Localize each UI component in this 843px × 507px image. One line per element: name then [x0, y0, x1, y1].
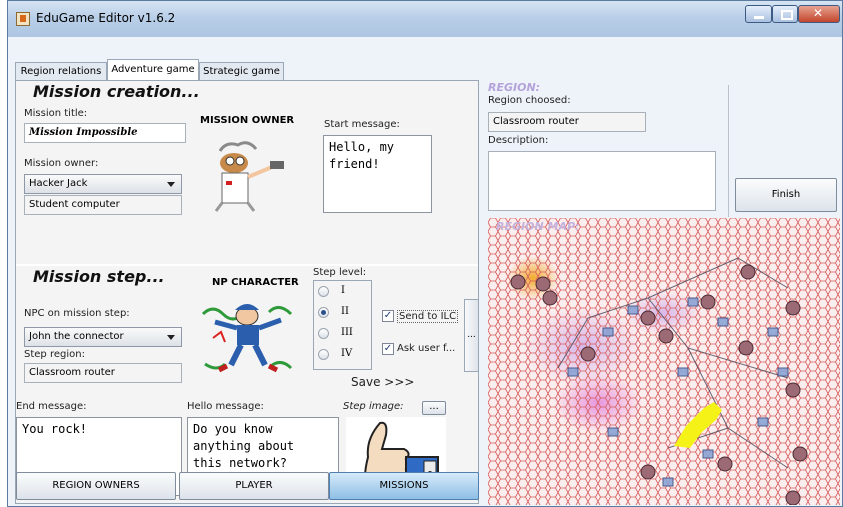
npc-character-image [201, 304, 293, 373]
adventure-game-panel: Mission creation... Mission title: Missi… [15, 80, 479, 504]
npc-dropdown[interactable]: John the connector [24, 327, 182, 347]
minimize-button[interactable] [745, 5, 772, 23]
step-image-label: Step image: [343, 401, 404, 412]
level-label-1: I [341, 285, 345, 296]
mission-title-label: Mission title: [24, 108, 88, 119]
tab-adventure-game[interactable]: Adventure game [107, 59, 199, 81]
mission-step-heading: Mission step... [33, 267, 165, 286]
maximize-button[interactable] [772, 5, 798, 23]
level-radio-1[interactable] [318, 286, 329, 297]
level-radio-4[interactable] [318, 349, 329, 360]
level-radio-2[interactable] [318, 307, 329, 318]
send-to-ilc-checkbox[interactable]: ✓ [382, 310, 394, 322]
end-message-label: End message: [16, 401, 87, 412]
player-button[interactable]: PLAYER [179, 472, 329, 500]
title-bar[interactable]: EduGame Editor v1.6.2 [8, 1, 842, 37]
hello-message-label: Hello message: [187, 401, 264, 412]
close-button[interactable] [798, 5, 840, 23]
level-label-4: IV [341, 348, 353, 359]
description-label: Description: [488, 135, 549, 146]
ask-user-label[interactable]: Ask user f... [397, 343, 455, 354]
start-message-label: Start message: [324, 119, 400, 130]
editor-window: EduGame Editor v1.6.2 Region relations A… [7, 0, 843, 507]
np-character-heading: NP CHARACTER [212, 277, 299, 288]
step-region-label: Step region: [24, 349, 85, 360]
finish-button[interactable]: Finish [735, 178, 837, 212]
mission-owner-heading: MISSION OWNER [200, 115, 295, 126]
tab-region-relations[interactable]: Region relations [15, 62, 107, 80]
chevron-down-icon [167, 335, 175, 340]
level-radio-3[interactable] [318, 328, 329, 339]
level-label-3: III [341, 327, 353, 338]
send-to-ilc-label[interactable]: Send to ILC [397, 310, 459, 323]
start-message-textarea[interactable]: Hello, my friend! [323, 135, 432, 213]
step-level-group: I II III IV [313, 280, 372, 370]
mission-title-input[interactable]: Mission Impossible [24, 123, 186, 143]
panel-divider [728, 85, 729, 217]
region-map[interactable]: REGION MAP: [488, 218, 840, 505]
mission-owner-image [214, 141, 284, 212]
region-chosen-value: Classroom router [488, 112, 646, 132]
save-link[interactable]: Save >>> [351, 375, 414, 389]
mission-owner-dropdown[interactable]: Hacker Jack [24, 174, 182, 194]
step-region-value: Classroom router [24, 363, 182, 383]
missions-button[interactable]: MISSIONS [329, 472, 479, 500]
app-icon [16, 12, 30, 26]
mission-owner-value: Hacker Jack [29, 178, 88, 189]
region-info-panel: REGION: Region choosed: Classroom router… [485, 81, 840, 217]
region-owners-button[interactable]: REGION OWNERS [16, 472, 176, 500]
chevron-down-icon [167, 182, 175, 187]
tab-strategic-game[interactable]: Strategic game [199, 62, 284, 80]
npc-value: John the connector [29, 331, 124, 342]
level-label-2: II [341, 306, 349, 317]
region-chosen-label: Region choosed: [488, 95, 571, 106]
npc-label: NPC on mission step: [24, 308, 130, 319]
region-map-heading: REGION MAP: [496, 220, 580, 233]
window-title: EduGame Editor v1.6.2 [36, 11, 176, 25]
mission-creation-heading: Mission creation... [33, 82, 200, 101]
region-heading: REGION: [488, 81, 541, 94]
client-area: Region relations Adventure game Strategi… [8, 37, 842, 506]
description-textarea[interactable] [488, 151, 716, 211]
mission-owner-label: Mission owner: [24, 158, 99, 169]
hex-grid-map [488, 218, 840, 505]
ask-user-checkbox[interactable]: ✓ [382, 343, 394, 355]
side-expand-handle[interactable]: ... [464, 299, 479, 372]
mission-owner-location: Student computer [24, 195, 182, 215]
step-image-browse-button[interactable]: ... [422, 401, 446, 415]
step-level-label: Step level: [313, 267, 367, 278]
